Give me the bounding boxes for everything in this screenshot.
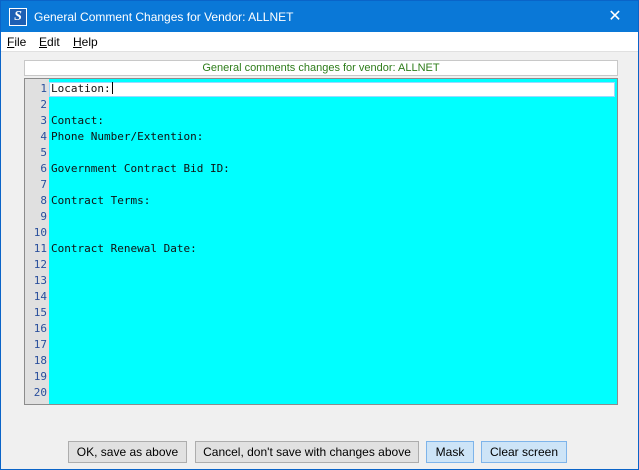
clear-screen-button[interactable]: Clear screen <box>481 441 567 463</box>
editor-line[interactable]: 9 <box>25 209 617 225</box>
editor-line[interactable]: 11 Contract Renewal Date: <box>25 241 617 257</box>
line-number: 20 <box>33 386 47 399</box>
menu-help-label: elp <box>81 35 98 49</box>
close-button[interactable]: ✕ <box>592 1 638 32</box>
line-number: 11 <box>33 242 47 255</box>
line-number: 1 <box>40 82 47 95</box>
menu-file[interactable]: File <box>7 35 26 49</box>
menu-bar: File Edit Help <box>1 32 638 52</box>
editor-line[interactable]: 13 <box>25 273 617 289</box>
line-number: 4 <box>40 130 47 143</box>
active-line-highlight <box>49 82 615 97</box>
menu-file-label: ile <box>14 35 27 49</box>
window-title: General Comment Changes for Vendor: ALLN… <box>34 10 294 24</box>
ok-save-button[interactable]: OK, save as above <box>68 441 187 463</box>
editor-line[interactable]: 5 <box>25 145 617 161</box>
line-text[interactable]: Phone Number/Extention: <box>51 129 203 145</box>
line-number: 8 <box>40 194 47 207</box>
mask-button[interactable]: Mask <box>426 441 474 463</box>
editor-line[interactable]: 20 <box>25 385 617 401</box>
editor-line[interactable]: 15 <box>25 305 617 321</box>
line-number: 3 <box>40 114 47 127</box>
line-number: 7 <box>40 178 47 191</box>
app-logo-icon: S <box>9 8 27 26</box>
editor-line[interactable]: 2 <box>25 97 617 113</box>
editor-line[interactable]: 3 Contact: <box>25 113 617 129</box>
line-text[interactable]: Contract Renewal Date: <box>51 241 197 257</box>
line-text[interactable]: Contract Terms: <box>51 193 150 209</box>
menu-help[interactable]: Help <box>73 35 98 49</box>
line-number: 10 <box>33 226 47 239</box>
menu-help-mnemonic: H <box>73 35 82 49</box>
editor-line[interactable]: 12 <box>25 257 617 273</box>
line-number: 14 <box>33 290 47 303</box>
editor-line[interactable]: 7 <box>25 177 617 193</box>
editor-header: General comments changes for vendor: ALL… <box>24 60 618 76</box>
line-number: 15 <box>33 306 47 319</box>
editor-line[interactable]: 17 <box>25 337 617 353</box>
editor-line[interactable]: 14 <box>25 289 617 305</box>
line-text[interactable]: Government Contract Bid ID: <box>51 161 230 177</box>
line-number: 17 <box>33 338 47 351</box>
editor-line[interactable]: 10 <box>25 225 617 241</box>
editor-line[interactable]: 4 Phone Number/Extention: <box>25 129 617 145</box>
editor-line[interactable]: 6 Government Contract Bid ID: <box>25 161 617 177</box>
editor-line[interactable]: 1 Location: <box>25 81 617 97</box>
menu-edit-mnemonic: E <box>39 35 48 49</box>
line-number: 6 <box>40 162 47 175</box>
vendor-comment-window: S General Comment Changes for Vendor: AL… <box>0 0 639 470</box>
line-text[interactable]: Location: <box>51 81 113 97</box>
comment-editor[interactable]: 1 Location: 2 3 Contact: 4 Phone Number/Extent… <box>24 78 618 405</box>
line-number: 2 <box>40 98 47 111</box>
line-number: 5 <box>40 146 47 159</box>
line-number: 16 <box>33 322 47 335</box>
menu-edit[interactable]: Edit <box>39 35 60 49</box>
editor-line[interactable]: 16 <box>25 321 617 337</box>
editor-line[interactable]: 8 Contract Terms: <box>25 193 617 209</box>
editor-line[interactable]: 18 <box>25 353 617 369</box>
line-number: 18 <box>33 354 47 367</box>
line-number: 9 <box>40 210 47 223</box>
cancel-button[interactable]: Cancel, don't save with changes above <box>195 441 419 463</box>
line-number: 12 <box>33 258 47 271</box>
line-text[interactable]: Contact: <box>51 113 104 129</box>
editor-line[interactable]: 19 <box>25 369 617 385</box>
title-bar: S General Comment Changes for Vendor: AL… <box>1 1 638 32</box>
line-number: 19 <box>33 370 47 383</box>
text-caret <box>111 82 113 94</box>
menu-edit-label: dit <box>47 35 60 49</box>
line-number: 13 <box>33 274 47 287</box>
